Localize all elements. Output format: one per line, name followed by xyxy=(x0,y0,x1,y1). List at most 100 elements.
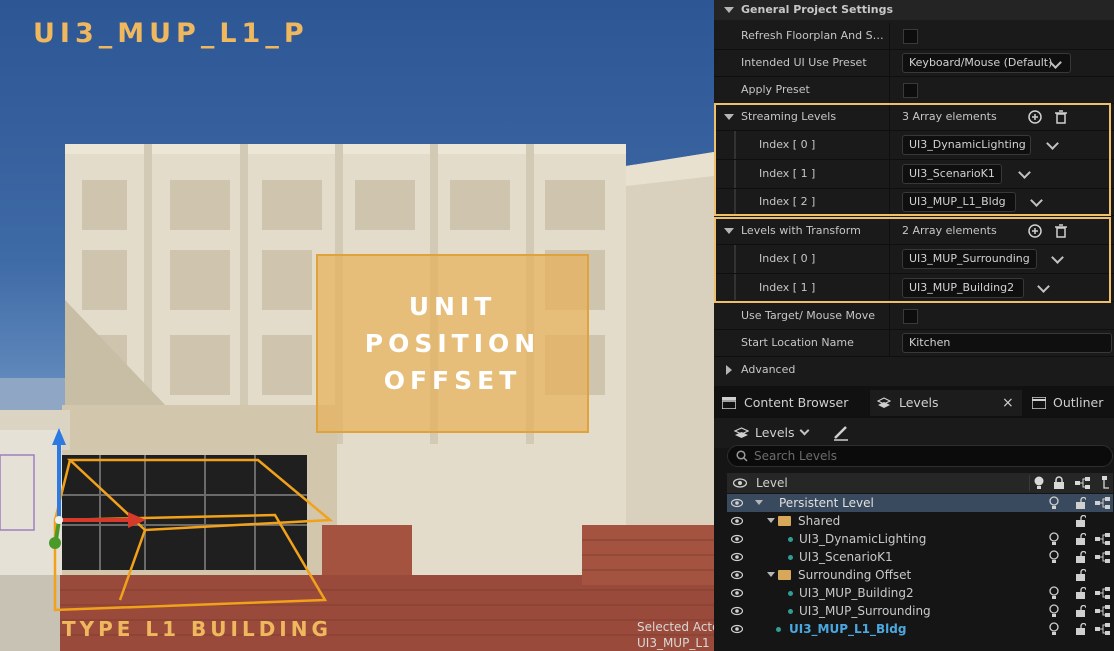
add-element-icon[interactable] xyxy=(1028,224,1042,238)
level-folder-row[interactable]: Shared xyxy=(727,512,1113,530)
start-location-input[interactable]: Kitchen xyxy=(902,333,1112,353)
unlock-icon[interactable] xyxy=(1075,623,1086,635)
unlock-icon[interactable] xyxy=(1075,497,1086,509)
expand-arrow-icon[interactable] xyxy=(767,572,775,577)
level-name: Persistent Level xyxy=(779,496,874,510)
visibility-eye-icon[interactable] xyxy=(731,498,743,508)
expand-arrow-icon[interactable] xyxy=(755,500,763,505)
level-viewport[interactable]: UI3_MUP_L1_P UNIT POSITION OFFSET TYPE L… xyxy=(0,0,714,651)
offset-box-line: UNIT xyxy=(408,292,497,321)
chevron-down-icon[interactable] xyxy=(1037,280,1050,293)
visibility-eye-icon[interactable] xyxy=(731,624,743,634)
hierarchy-icon[interactable] xyxy=(1100,476,1110,490)
hierarchy-icon[interactable] xyxy=(1095,587,1110,599)
search-placeholder: Search Levels xyxy=(754,449,837,463)
lighting-bulb-icon[interactable] xyxy=(1049,532,1059,546)
hierarchy-icon[interactable] xyxy=(1075,477,1091,489)
indent-guide xyxy=(734,131,736,159)
visibility-eye-icon[interactable] xyxy=(733,478,747,488)
lighting-bulb-icon[interactable] xyxy=(1049,622,1059,636)
lighting-bulb-icon[interactable] xyxy=(1049,586,1059,600)
add-element-icon[interactable] xyxy=(1028,110,1042,124)
visibility-eye-icon[interactable] xyxy=(731,534,743,544)
close-icon[interactable]: × xyxy=(1002,390,1014,416)
levels-with-transform-row[interactable]: Levels with Transform 2 Array elements xyxy=(714,218,1114,245)
level-name: UI3_ScenarioK1 xyxy=(799,550,893,564)
expand-arrow-icon[interactable] xyxy=(767,518,775,523)
levels-dropdown[interactable]: Levels xyxy=(734,422,816,444)
level-row-current[interactable]: UI3_MUP_L1_Bldg xyxy=(727,620,1113,638)
streaming-levels-row[interactable]: Streaming Levels 3 Array elements xyxy=(714,104,1114,131)
unlock-icon[interactable] xyxy=(1075,533,1086,545)
unit-position-offset-box[interactable]: UNIT POSITION OFFSET xyxy=(316,254,589,433)
level-row[interactable]: UI3_MUP_Building2 xyxy=(727,584,1113,602)
general-project-settings-header[interactable]: General Project Settings xyxy=(714,0,1114,20)
visibility-eye-icon[interactable] xyxy=(731,606,743,616)
levels-panel: Content Browser Levels × Outliner Levels… xyxy=(714,386,1114,651)
level-folder-row[interactable]: Surrounding Offset xyxy=(727,566,1113,584)
chevron-down-icon[interactable] xyxy=(1018,166,1031,179)
intended-ui-row: Intended UI Use Preset Keyboard/Mouse (D… xyxy=(714,50,1114,77)
level-name: UI3_MUP_L1_Bldg xyxy=(789,622,907,636)
level-row[interactable]: UI3_ScenarioK1 xyxy=(727,548,1113,566)
collapse-arrow-icon[interactable] xyxy=(724,7,734,13)
visibility-eye-icon[interactable] xyxy=(731,588,743,598)
use-target-checkbox[interactable] xyxy=(903,309,918,324)
hierarchy-icon[interactable] xyxy=(1095,623,1110,635)
folder-icon xyxy=(778,570,791,580)
visibility-eye-icon[interactable] xyxy=(731,516,743,526)
search-levels-input[interactable]: Search Levels xyxy=(727,445,1113,467)
trash-icon[interactable] xyxy=(1054,110,1068,124)
lighting-bulb-icon[interactable] xyxy=(1049,496,1059,510)
intended-ui-dropdown[interactable]: Keyboard/Mouse (Default) xyxy=(902,53,1071,73)
level-name-field[interactable]: UI3_MUP_L1_Bldg xyxy=(902,192,1016,212)
refresh-floorplan-checkbox[interactable] xyxy=(903,29,918,44)
hierarchy-icon[interactable] xyxy=(1095,497,1110,509)
property-label: Use Target/ Mouse Move xyxy=(741,309,875,322)
folder-name: Surrounding Offset xyxy=(798,568,912,582)
advanced-row[interactable]: Advanced xyxy=(714,357,1114,384)
tab-label: Outliner xyxy=(1053,395,1104,410)
edit-pencil-icon[interactable] xyxy=(832,423,850,441)
lighting-bulb-icon[interactable] xyxy=(1049,604,1059,618)
hierarchy-icon[interactable] xyxy=(1095,533,1110,545)
unlock-icon[interactable] xyxy=(1075,569,1086,581)
level-status-dot xyxy=(788,591,793,596)
level-row[interactable]: UI3_DynamicLighting xyxy=(727,530,1113,548)
unlock-icon[interactable] xyxy=(1075,551,1086,563)
chevron-down-icon[interactable] xyxy=(1030,194,1043,207)
unlock-icon[interactable] xyxy=(1075,587,1086,599)
level-name-field[interactable]: UI3_DynamicLighting xyxy=(902,135,1031,155)
lock-icon[interactable] xyxy=(1053,476,1065,490)
expand-arrow-icon[interactable] xyxy=(726,365,732,375)
unlock-icon[interactable] xyxy=(1075,605,1086,617)
level-name-field[interactable]: UI3_MUP_Building2 xyxy=(902,278,1024,298)
hierarchy-icon[interactable] xyxy=(1095,605,1110,617)
level-name-field[interactable]: UI3_ScenarioK1 xyxy=(902,164,1002,184)
indent-guide xyxy=(734,189,736,215)
unlock-icon[interactable] xyxy=(1075,515,1086,527)
tab-levels[interactable]: Levels × xyxy=(870,390,1022,416)
visibility-eye-icon[interactable] xyxy=(731,570,743,580)
collapse-arrow-icon[interactable] xyxy=(724,114,734,120)
array-count: 3 Array elements xyxy=(902,110,997,123)
tab-content-browser[interactable]: Content Browser xyxy=(720,390,868,416)
building-type-label: TYPE L1 BUILDING xyxy=(62,617,332,641)
chevron-down-icon[interactable] xyxy=(1046,137,1059,150)
level-name-field[interactable]: UI3_MUP_Surrounding xyxy=(902,249,1037,269)
chevron-down-icon[interactable] xyxy=(1051,251,1064,264)
column-divider xyxy=(889,50,890,76)
hierarchy-icon[interactable] xyxy=(1095,551,1110,563)
lighting-bulb-icon[interactable] xyxy=(1033,475,1045,491)
column-level-label[interactable]: Level xyxy=(756,473,788,493)
level-row[interactable]: UI3_MUP_Surrounding xyxy=(727,602,1113,620)
indent-guide xyxy=(734,245,736,273)
refresh-floorplan-row: Refresh Floorplan And Setti... xyxy=(714,23,1114,50)
lighting-bulb-icon[interactable] xyxy=(1049,550,1059,564)
tab-outliner[interactable]: Outliner xyxy=(1030,390,1114,416)
trash-icon[interactable] xyxy=(1054,224,1068,238)
visibility-eye-icon[interactable] xyxy=(731,552,743,562)
level-row-persistent[interactable]: Persistent Level xyxy=(727,494,1113,512)
apply-preset-checkbox[interactable] xyxy=(903,83,918,98)
collapse-arrow-icon[interactable] xyxy=(724,228,734,234)
